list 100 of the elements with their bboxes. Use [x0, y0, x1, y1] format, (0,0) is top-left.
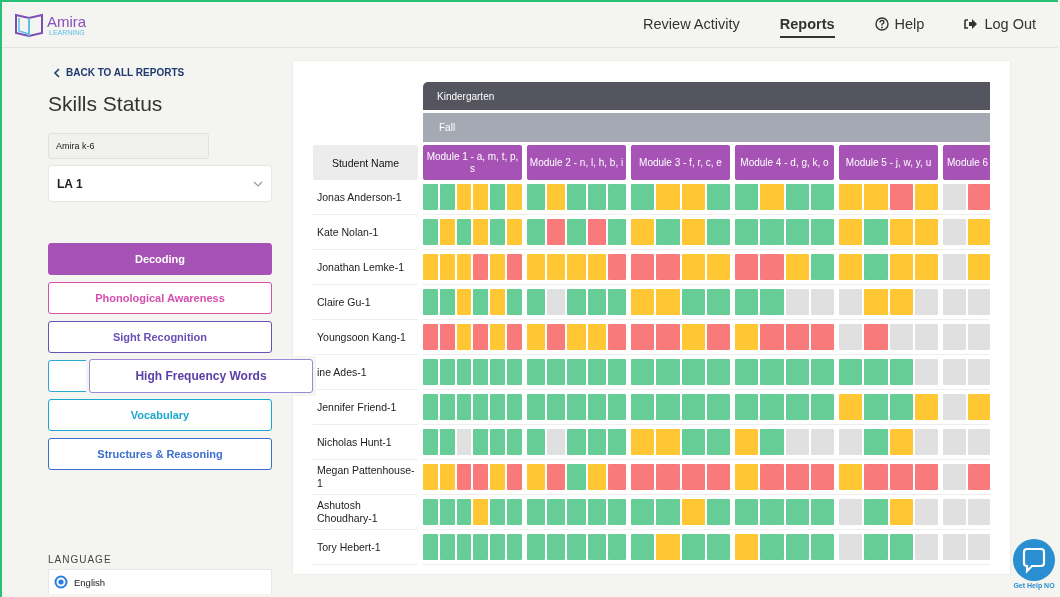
status-cell[interactable] [490, 429, 506, 455]
status-cell[interactable] [587, 254, 606, 280]
status-cell[interactable] [735, 289, 759, 315]
status-cell[interactable] [507, 359, 522, 385]
language-option[interactable]: English [48, 569, 272, 594]
status-cell[interactable] [943, 359, 966, 385]
status-cell[interactable] [706, 464, 730, 490]
status-cell[interactable] [914, 534, 938, 560]
status-cell[interactable] [490, 394, 506, 420]
status-cell[interactable] [567, 499, 586, 525]
status-cell[interactable] [889, 324, 913, 350]
status-cell[interactable] [864, 394, 888, 420]
status-cell[interactable] [439, 499, 455, 525]
status-cell[interactable] [567, 359, 586, 385]
status-cell[interactable] [547, 324, 566, 350]
status-cell[interactable] [587, 464, 606, 490]
status-cell[interactable] [914, 324, 938, 350]
status-cell[interactable] [656, 429, 680, 455]
status-cell[interactable] [439, 184, 455, 210]
status-cell[interactable] [631, 464, 655, 490]
status-cell[interactable] [607, 534, 626, 560]
status-cell[interactable] [760, 499, 784, 525]
status-cell[interactable] [839, 254, 863, 280]
status-cell[interactable] [889, 534, 913, 560]
skill-button[interactable]: Structures & Reasoning [48, 438, 272, 470]
status-cell[interactable] [864, 429, 888, 455]
status-cell[interactable] [656, 254, 680, 280]
status-cell[interactable] [656, 219, 680, 245]
status-cell[interactable] [631, 394, 655, 420]
status-cell[interactable] [864, 464, 888, 490]
status-cell[interactable] [706, 324, 730, 350]
status-cell[interactable] [810, 219, 834, 245]
status-cell[interactable] [785, 429, 809, 455]
status-cell[interactable] [943, 219, 966, 245]
status-cell[interactable] [656, 289, 680, 315]
status-cell[interactable] [527, 464, 546, 490]
status-cell[interactable] [681, 499, 705, 525]
status-cell[interactable] [423, 254, 438, 280]
status-cell[interactable] [656, 359, 680, 385]
status-cell[interactable] [706, 184, 730, 210]
status-cell[interactable] [547, 184, 566, 210]
status-cell[interactable] [864, 254, 888, 280]
status-cell[interactable] [785, 534, 809, 560]
status-cell[interactable] [785, 289, 809, 315]
status-cell[interactable] [943, 429, 966, 455]
status-cell[interactable] [439, 359, 455, 385]
status-cell[interactable] [943, 394, 966, 420]
status-cell[interactable] [490, 534, 506, 560]
status-cell[interactable] [423, 359, 438, 385]
status-cell[interactable] [607, 464, 626, 490]
status-cell[interactable] [706, 429, 730, 455]
status-cell[interactable] [967, 499, 990, 525]
status-cell[interactable] [607, 219, 626, 245]
status-cell[interactable] [631, 534, 655, 560]
status-cell[interactable] [810, 499, 834, 525]
status-cell[interactable] [889, 254, 913, 280]
status-cell[interactable] [439, 464, 455, 490]
status-cell[interactable] [735, 429, 759, 455]
status-cell[interactable] [706, 499, 730, 525]
status-cell[interactable] [735, 324, 759, 350]
status-cell[interactable] [914, 394, 938, 420]
status-cell[interactable] [473, 429, 489, 455]
status-cell[interactable] [567, 534, 586, 560]
status-cell[interactable] [914, 499, 938, 525]
nav-link[interactable]: Reports [779, 11, 835, 38]
status-cell[interactable] [706, 394, 730, 420]
status-cell[interactable] [656, 464, 680, 490]
status-cell[interactable] [607, 324, 626, 350]
status-cell[interactable] [760, 394, 784, 420]
status-cell[interactable] [456, 219, 472, 245]
status-cell[interactable] [967, 394, 990, 420]
status-cell[interactable] [607, 499, 626, 525]
status-cell[interactable] [547, 534, 566, 560]
status-cell[interactable] [607, 429, 626, 455]
status-cell[interactable] [567, 254, 586, 280]
status-cell[interactable] [473, 499, 489, 525]
status-cell[interactable] [439, 254, 455, 280]
status-cell[interactable] [587, 324, 606, 350]
status-cell[interactable] [760, 429, 784, 455]
status-cell[interactable] [785, 254, 809, 280]
status-cell[interactable] [889, 464, 913, 490]
status-cell[interactable] [810, 359, 834, 385]
status-cell[interactable] [681, 254, 705, 280]
status-cell[interactable] [456, 324, 472, 350]
status-cell[interactable] [656, 394, 680, 420]
status-cell[interactable] [423, 534, 438, 560]
status-cell[interactable] [735, 499, 759, 525]
status-cell[interactable] [567, 464, 586, 490]
status-cell[interactable] [567, 394, 586, 420]
status-cell[interactable] [943, 499, 966, 525]
status-cell[interactable] [456, 289, 472, 315]
status-cell[interactable] [760, 534, 784, 560]
status-cell[interactable] [967, 429, 990, 455]
status-cell[interactable] [760, 184, 784, 210]
status-cell[interactable] [967, 289, 990, 315]
status-cell[interactable] [839, 464, 863, 490]
status-cell[interactable] [810, 254, 834, 280]
status-cell[interactable] [490, 464, 506, 490]
status-cell[interactable] [490, 219, 506, 245]
status-cell[interactable] [967, 359, 990, 385]
